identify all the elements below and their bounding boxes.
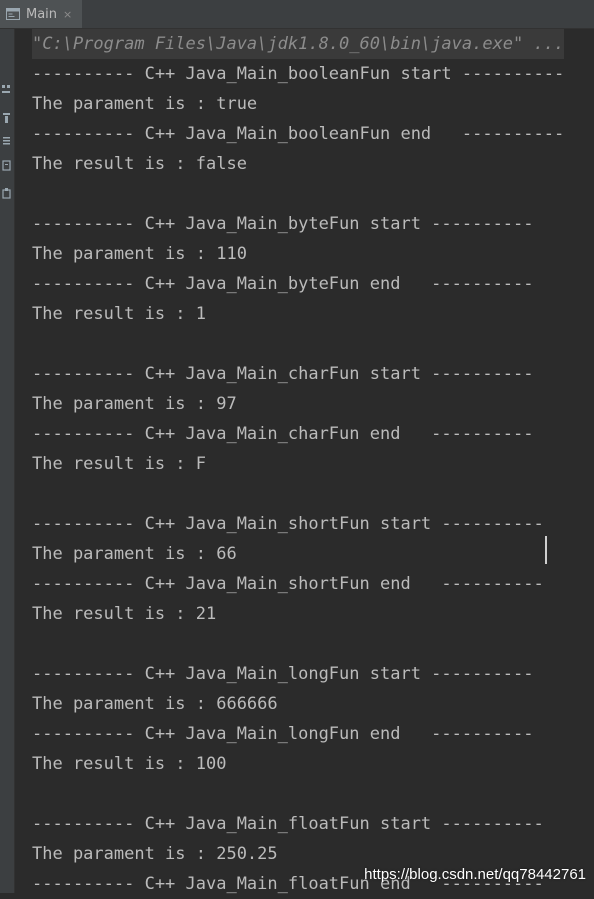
tab-label: Main bbox=[26, 6, 58, 22]
console-line: ---------- C++ Java_Main_byteFun start -… bbox=[32, 214, 534, 234]
text-caret bbox=[545, 536, 547, 564]
console-line: The result is : 1 bbox=[32, 304, 206, 324]
console-window-icon bbox=[6, 8, 20, 20]
rerun-icon[interactable] bbox=[1, 83, 12, 97]
console-command-line: "C:\Program Files\Java\jdk1.8.0_60\bin\j… bbox=[32, 29, 565, 59]
stop-icon[interactable] bbox=[1, 111, 12, 125]
scroll-to-end-icon[interactable] bbox=[1, 159, 12, 173]
console-line: The parament is : 666666 bbox=[32, 694, 278, 714]
console-line: The result is : F bbox=[32, 454, 206, 474]
console-line: ---------- C++ Java_Main_longFun end ---… bbox=[32, 724, 534, 744]
console-line: ---------- C++ Java_Main_shortFun start … bbox=[32, 514, 544, 534]
console-line: The parament is : 110 bbox=[32, 244, 247, 264]
tab-main[interactable]: Main × bbox=[0, 0, 82, 28]
console-line: ---------- C++ Java_Main_shortFun end --… bbox=[32, 574, 544, 594]
tab-close-icon[interactable]: × bbox=[63, 8, 72, 21]
console-line: The parament is : true bbox=[32, 94, 258, 114]
console-line: The result is : 100 bbox=[32, 754, 227, 774]
console-line: The parament is : 97 bbox=[32, 394, 237, 414]
console-toolbar bbox=[0, 29, 15, 893]
console-line: ---------- C++ Java_Main_charFun start -… bbox=[32, 364, 534, 384]
console-line: ---------- C++ Java_Main_byteFun end ---… bbox=[32, 274, 534, 294]
watermark: https://blog.csdn.net/qq78442761 bbox=[364, 866, 586, 883]
pause-icon[interactable] bbox=[1, 135, 12, 149]
print-icon[interactable] bbox=[1, 187, 12, 201]
console-line: The parament is : 66 bbox=[32, 544, 237, 564]
console-line: The result is : false bbox=[32, 154, 247, 174]
console-output[interactable]: "C:\Program Files\Java\jdk1.8.0_60\bin\j… bbox=[15, 29, 594, 894]
console-line: ---------- C++ Java_Main_longFun start -… bbox=[32, 664, 534, 684]
console-line: The result is : 21 bbox=[32, 604, 217, 624]
console-line: ---------- C++ Java_Main_booleanFun star… bbox=[32, 64, 565, 84]
console-line: ---------- C++ Java_Main_floatFun start … bbox=[32, 814, 544, 834]
console-line: ---------- C++ Java_Main_booleanFun end … bbox=[32, 124, 565, 144]
console-line: The parament is : 250.25 bbox=[32, 844, 278, 864]
console-line: ---------- C++ Java_Main_charFun end ---… bbox=[32, 424, 534, 444]
tab-bar: Main × bbox=[0, 0, 594, 29]
